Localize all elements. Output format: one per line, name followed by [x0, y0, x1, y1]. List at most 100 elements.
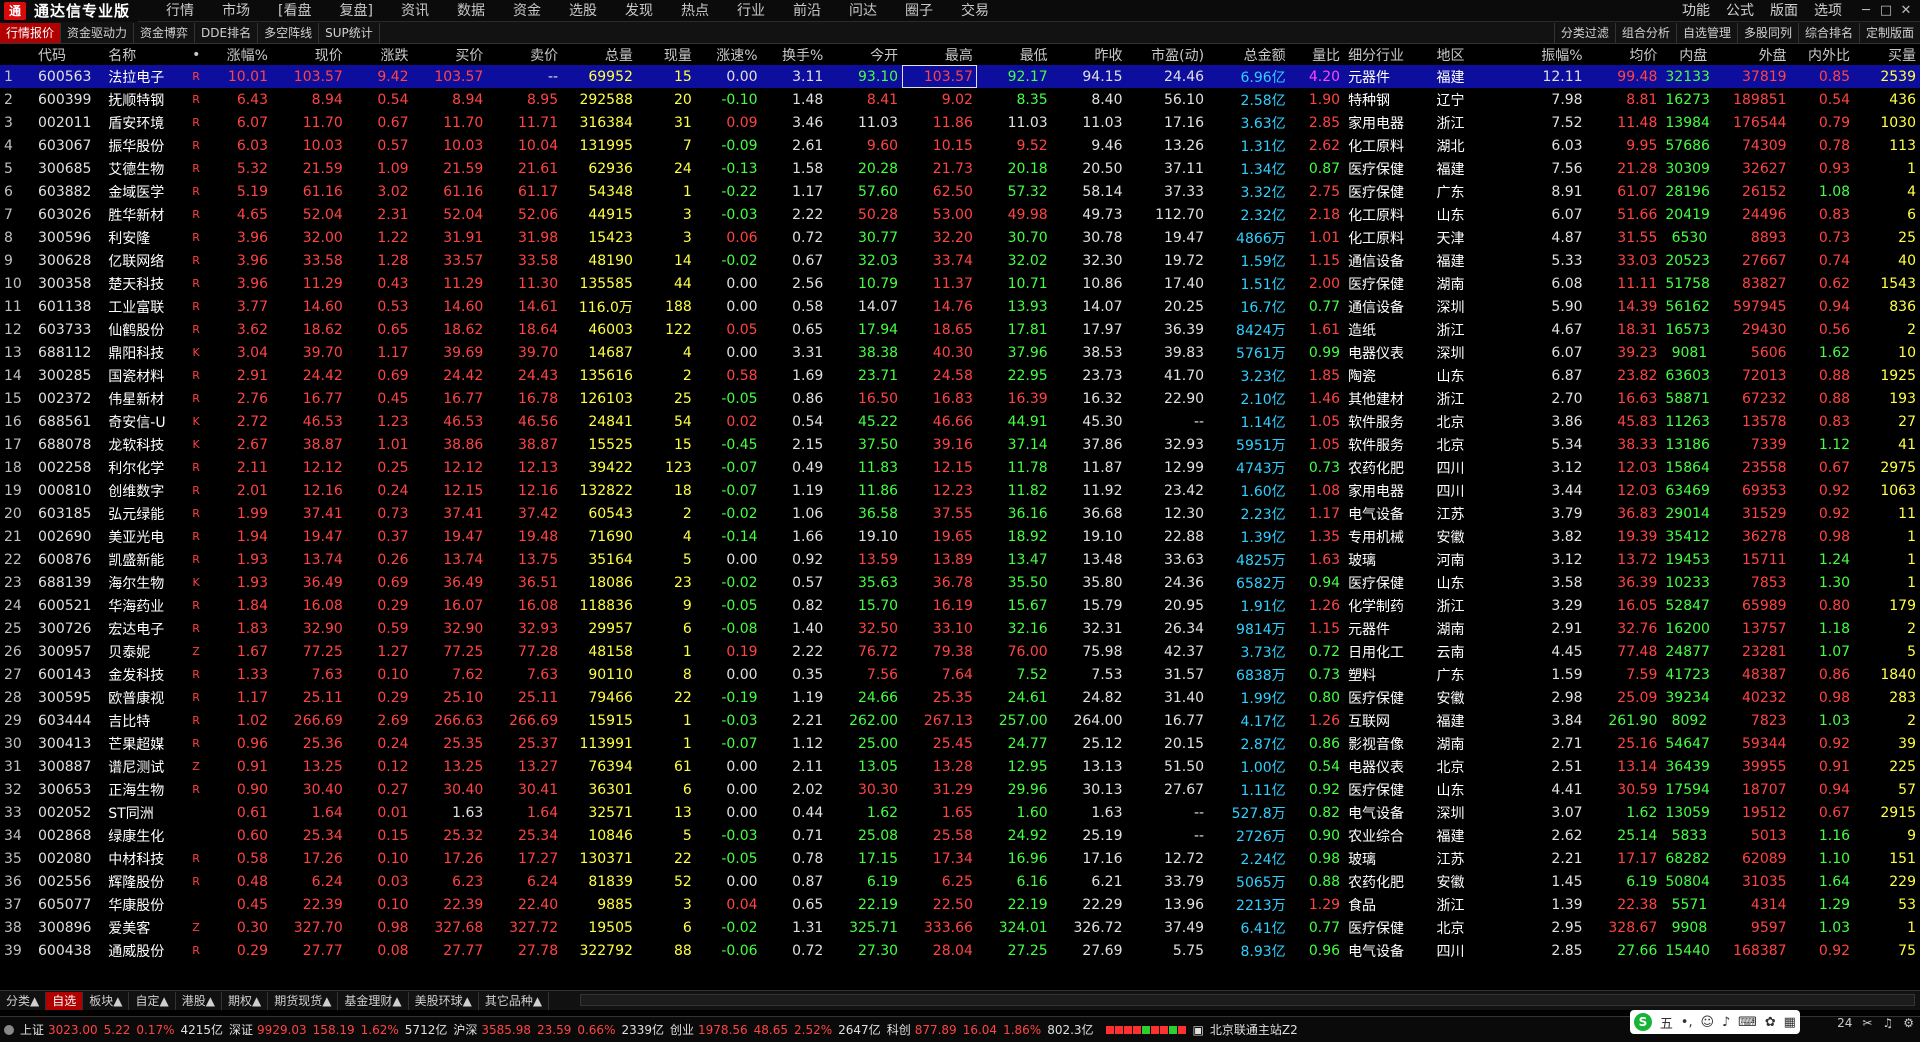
table-row[interactable]: 27 600143 金发科技 R 1.33 7.63 0.10 7.62 7.63 90110 8 0… — [0, 663, 1920, 686]
menu-item[interactable]: 资金 — [499, 0, 555, 22]
menu-item[interactable]: 市场 — [208, 0, 264, 22]
table-row[interactable]: 2 600399 抚顺特钢 R 6.43 8.94 0.54 8.94 8.95 292588 20… — [0, 88, 1920, 111]
column-header[interactable] — [0, 44, 34, 65]
bottom-tab[interactable]: 板块▲ — [83, 991, 130, 1010]
cy-value[interactable]: 1978.56 — [698, 1023, 748, 1037]
menu-item[interactable]: 发现 — [611, 0, 667, 22]
maximize-icon[interactable]: □ — [1876, 0, 1896, 22]
table-row[interactable]: 14 300285 国瓷材料 R 2.91 24.42 0.69 24.42 24.43 1356… — [0, 364, 1920, 387]
table-row[interactable]: 9 300628 亿联网络 R 3.96 33.58 1.28 33.57 33.58 48190… — [0, 249, 1920, 272]
right-menu-item[interactable]: 功能 — [1674, 0, 1718, 22]
table-row[interactable]: 18 002258 利尔化学 R 2.11 12.12 0.25 12.12 12.13 3942… — [0, 456, 1920, 479]
column-header[interactable]: 现量 — [636, 44, 696, 65]
table-row[interactable]: 30 300413 芒果超媒 R 0.96 25.36 0.24 25.35 25.37 1139… — [0, 732, 1920, 755]
sz-value[interactable]: 9929.03 — [257, 1023, 307, 1037]
column-header[interactable]: 地区 — [1432, 44, 1508, 65]
column-header[interactable]: 总量 — [562, 44, 637, 65]
column-header[interactable]: 最低 — [976, 44, 1052, 65]
column-header[interactable]: 名称 — [104, 44, 189, 65]
menu-item[interactable]: 热点 — [667, 0, 723, 22]
table-row[interactable]: 20 603185 弘元绿能 R 1.99 37.41 0.73 37.41 37.42 6054… — [0, 502, 1920, 525]
ime-toolbar[interactable]: S 五 •, ☺ ♪ ⌨ ✿ ▦ — [1630, 1010, 1800, 1034]
bottom-tab[interactable]: 分类▲ — [0, 991, 47, 1010]
bottom-tab[interactable]: 基金理财▲ — [338, 991, 409, 1010]
minimize-icon[interactable]: ─ — [1856, 0, 1876, 22]
ime-emoji-icon[interactable]: ☺ — [1701, 1015, 1715, 1030]
menu-item[interactable]: 交易 — [947, 0, 1003, 22]
subtab[interactable]: SUP统计 — [319, 22, 380, 43]
table-row[interactable]: 8 300596 利安隆 R 3.96 32.00 1.22 31.91 31.98 15423 3… — [0, 226, 1920, 249]
close-icon[interactable]: ✕ — [1896, 0, 1916, 22]
table-row[interactable]: 6 603882 金域医学 R 5.19 61.16 3.02 61.16 61.17 54348… — [0, 180, 1920, 203]
column-header[interactable]: 现价 — [271, 44, 347, 65]
table-row[interactable]: 16 688561 奇安信-U K 2.72 46.53 1.23 46.53 46.56 248… — [0, 410, 1920, 433]
column-header[interactable]: 换手% — [761, 44, 828, 65]
column-header[interactable]: 内盘 — [1661, 44, 1712, 65]
table-row[interactable]: 25 300726 宏达电子 R 1.83 32.90 0.59 32.90 32.93 2995… — [0, 617, 1920, 640]
column-header[interactable]: 量比 — [1289, 44, 1345, 65]
tray-tools-icon[interactable]: ✂ — [1862, 1016, 1872, 1030]
menu-item[interactable]: [看盘 — [264, 0, 325, 22]
sh-value[interactable]: 3023.00 — [48, 1023, 98, 1037]
table-row[interactable]: 28 300595 欧普康视 R 1.17 25.11 0.29 25.10 25.11 7946… — [0, 686, 1920, 709]
menu-item[interactable]: 前沿 — [779, 0, 835, 22]
table-row[interactable]: 3 002011 盾安环境 R 6.07 11.70 0.67 11.70 11.71 31638… — [0, 111, 1920, 134]
table-row[interactable]: 36 002556 辉隆股份 R 0.48 6.24 0.03 6.23 6.24 81839 52… — [0, 870, 1920, 893]
ime-skin-icon[interactable]: ✿ — [1765, 1015, 1776, 1030]
table-row[interactable]: 13 688112 鼎阳科技 K 3.04 39.70 1.17 39.69 39.70 1468… — [0, 341, 1920, 364]
menu-item[interactable]: 圈子 — [891, 0, 947, 22]
column-header[interactable]: 代码 — [34, 44, 105, 65]
subtab[interactable]: 多空阵线 — [258, 22, 320, 43]
ime-voice-icon[interactable]: ♪ — [1722, 1015, 1730, 1030]
column-header[interactable]: 最高 — [902, 44, 977, 65]
table-row[interactable]: 26 300957 贝泰妮 Z 1.67 77.25 1.27 77.25 77.28 48158… — [0, 640, 1920, 663]
right-menu-item[interactable]: 版面 — [1762, 0, 1806, 22]
ime-punct-icon[interactable]: •, — [1681, 1015, 1693, 1030]
column-header[interactable]: 市盈(动) — [1126, 44, 1209, 65]
quote-table-container[interactable]: 代码 名称 • 涨幅% 现价 涨跌 买价 卖价 总量 现量 涨速% 换手% 今开 最高 最低 昨收 市盈(动) 总… — [0, 44, 1920, 965]
column-header[interactable]: 卖价 — [487, 44, 563, 65]
table-row[interactable]: 34 002868 绿康生化 0.60 25.34 0.15 25.32 25.34 10846… — [0, 824, 1920, 847]
hs-value[interactable]: 3585.98 — [481, 1023, 531, 1037]
table-row[interactable]: 12 603733 仙鹤股份 R 3.62 18.62 0.65 18.62 18.64 4600… — [0, 318, 1920, 341]
table-row[interactable]: 4 603067 振华股份 R 6.03 10.03 0.57 10.03 10.04 13199… — [0, 134, 1920, 157]
table-row[interactable]: 32 300653 正海生物 R 0.90 30.40 0.27 30.40 30.41 3630… — [0, 778, 1920, 801]
table-row[interactable]: 21 002690 美亚光电 R 1.94 19.47 0.37 19.47 19.48 7169… — [0, 525, 1920, 548]
menu-item[interactable]: 行情 — [152, 0, 208, 22]
table-row[interactable]: 24 600521 华海药业 R 1.84 16.08 0.29 16.07 16.08 1188… — [0, 594, 1920, 617]
column-header[interactable]: 细分行业 — [1344, 44, 1433, 65]
menu-item[interactable]: 数据 — [443, 0, 499, 22]
menu-item[interactable]: 选股 — [555, 0, 611, 22]
table-row[interactable]: 7 603026 胜华新材 R 4.65 52.04 2.31 52.04 52.06 44915… — [0, 203, 1920, 226]
menu-item[interactable]: 资讯 — [387, 0, 443, 22]
table-row[interactable]: 15 002372 伟星新材 R 2.76 16.77 0.45 16.77 16.78 1261… — [0, 387, 1920, 410]
column-header[interactable]: 均价 — [1586, 44, 1662, 65]
tray-sound-icon[interactable]: ♫ — [1882, 1016, 1893, 1030]
column-header[interactable]: 涨跌 — [346, 44, 413, 65]
subtab-right[interactable]: 组合分析 — [1614, 23, 1676, 43]
table-row[interactable]: 38 300896 爱美客 Z 0.30 327.70 0.98 327.68 327.72 19… — [0, 916, 1920, 939]
column-header[interactable]: 总金额 — [1208, 44, 1290, 65]
right-menu-item[interactable]: 公式 — [1718, 0, 1762, 22]
bottom-tab[interactable]: 美股环球▲ — [409, 991, 479, 1010]
subtab-right[interactable]: 综合排名 — [1797, 23, 1859, 43]
subtab[interactable]: DDE排名 — [195, 22, 259, 43]
subtab[interactable]: 资金博弈 — [134, 22, 196, 43]
table-row[interactable]: 22 600876 凯盛新能 R 1.93 13.74 0.26 13.74 13.75 3516… — [0, 548, 1920, 571]
table-row[interactable]: 10 300358 楚天科技 R 3.96 11.29 0.43 11.29 11.30 1355… — [0, 272, 1920, 295]
column-header[interactable]: 昨收 — [1051, 44, 1127, 65]
column-header[interactable]: 今开 — [827, 44, 903, 65]
table-row[interactable]: 31 300887 谱尼测试 Z 0.91 13.25 0.12 13.25 13.27 7639… — [0, 755, 1920, 778]
menu-item[interactable]: 问达 — [835, 0, 891, 22]
subtab-right[interactable]: 定制版面 — [1858, 23, 1920, 43]
column-header[interactable]: 买价 — [412, 44, 488, 65]
table-row[interactable]: 33 002052 ST同洲 0.61 1.64 0.01 1.63 1.64 32571 13 0… — [0, 801, 1920, 824]
bottom-tab[interactable]: 期货现货▲ — [268, 991, 339, 1010]
bottom-tab[interactable]: 其它品种▲ — [479, 991, 550, 1010]
subtab-right[interactable]: 分类过滤 — [1553, 23, 1615, 43]
table-row[interactable]: 17 688078 龙软科技 K 2.67 38.87 1.01 38.86 38.87 1552… — [0, 433, 1920, 456]
column-header[interactable]: 涨幅% — [203, 44, 272, 65]
table-row[interactable]: 35 002080 中材科技 R 0.58 17.26 0.10 17.26 17.27 1303… — [0, 847, 1920, 870]
column-header[interactable]: 内外比 — [1790, 44, 1855, 65]
table-row[interactable]: 29 603444 吉比特 R 1.02 266.69 2.69 266.63 266.69 15… — [0, 709, 1920, 732]
